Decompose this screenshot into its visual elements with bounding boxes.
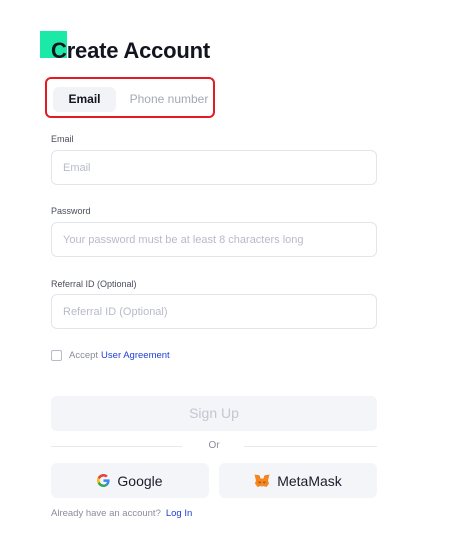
google-button-label: Google <box>117 472 163 489</box>
google-icon <box>97 474 111 487</box>
login-prompt-text: Already have an account? <box>51 508 161 519</box>
tab-phone-number[interactable]: Phone number <box>129 87 209 112</box>
password-label: Password <box>51 206 91 216</box>
log-in-link[interactable]: Log In <box>166 508 192 519</box>
metamask-button-label: MetaMask <box>277 472 342 489</box>
referral-id-label: Referral ID (Optional) <box>51 279 137 289</box>
tab-email[interactable]: Email <box>53 87 116 112</box>
page-title: Create Account <box>51 38 210 63</box>
agreement-prefix: Accept <box>69 350 99 361</box>
email-label: Email <box>51 134 74 144</box>
divider-right <box>244 446 377 447</box>
metamask-signin-button[interactable]: MetaMask <box>219 463 377 498</box>
signup-method-tabs: Email Phone number <box>45 77 215 118</box>
login-prompt: Already have an account? Log In <box>51 508 192 519</box>
sign-up-button[interactable]: Sign Up <box>51 396 377 431</box>
agreement-checkbox[interactable] <box>51 350 62 361</box>
divider-left <box>51 446 182 447</box>
password-field[interactable] <box>51 222 377 257</box>
referral-id-field[interactable] <box>51 294 377 329</box>
google-signin-button[interactable]: Google <box>51 463 209 498</box>
divider-or-text: Or <box>208 440 220 451</box>
email-field[interactable] <box>51 150 377 185</box>
metamask-fox-icon <box>254 474 270 488</box>
agreement-row: Accept User Agreement <box>51 350 170 361</box>
user-agreement-link[interactable]: User Agreement <box>101 350 170 361</box>
